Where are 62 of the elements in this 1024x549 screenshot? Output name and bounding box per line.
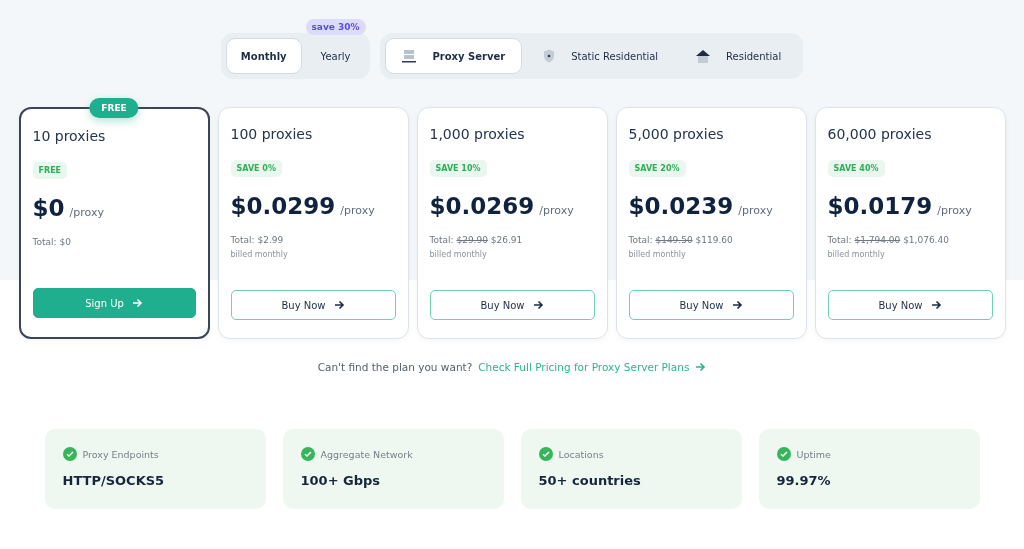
billing-period: billed monthly [429,250,488,259]
buy-button[interactable]: Buy Now [429,290,595,320]
plan-name: 10 proxies [32,128,107,144]
check-icon [538,447,553,461]
price-unit: /proxy [738,204,773,217]
plan-total: Total: $2.99 [230,235,285,245]
buy-button[interactable]: Buy Now [628,290,794,320]
plan-total: Total: $149.50 $119.60 [628,235,734,245]
product-tab[interactable]: Proxy Server [385,38,523,74]
buy-button[interactable]: Buy Now [827,290,993,320]
note-text: Can't find the plan you want? [317,361,473,373]
discount-tag: SAVE 10% [429,160,487,177]
arrow-right-icon [930,300,942,310]
buy-button[interactable]: Buy Now [230,290,396,320]
plan-ribbon: FREE [89,98,139,118]
plan-price: $0.0239 [628,193,734,219]
plan-name: 5,000 proxies [628,126,725,142]
plan-total: Total: $29.90 $26.91 [429,235,524,245]
discount-tag: SAVE 0% [230,160,282,177]
price-unit: /proxy [69,206,104,219]
arrow-right-icon [695,362,707,372]
house-icon [696,49,711,63]
arrow-right-icon [333,300,345,310]
stat-value: HTTP/SOCKS5 [62,473,166,488]
price-unit: /proxy [539,204,574,217]
stat-value: 100+ Gbps [300,473,382,488]
plan-total: Total: $0 [32,237,72,247]
plan-price: $0 [32,195,65,221]
check-icon [776,447,791,461]
billing-tab[interactable]: Monthly [225,38,302,74]
billing-period: billed monthly [827,250,886,259]
product-tab[interactable]: Static Residential [526,38,676,74]
product-tab[interactable]: Residential [679,38,799,74]
stat-value: 50+ countries [538,473,642,488]
plan-price: $0.0299 [230,193,336,219]
plan-price: $0.0179 [827,193,933,219]
plan-name: 60,000 proxies [827,126,933,142]
plan-name: 1,000 proxies [429,126,526,142]
discount-tag: SAVE 20% [628,160,686,177]
billing-tab[interactable]: Yearly [305,38,366,74]
stat-label: Locations [558,448,604,460]
discount-tag: FREE [32,162,68,179]
plan-price: $0.0269 [429,193,535,219]
stat-label: Aggregate Network [320,448,413,460]
arrow-right-icon [131,298,143,308]
shield-icon [543,49,556,63]
stat-label: Proxy Endpoints [82,448,159,460]
price-unit: /proxy [937,204,972,217]
arrow-right-icon [731,300,743,310]
arrow-right-icon [532,300,544,310]
price-unit: /proxy [340,204,375,217]
billing-period: billed monthly [628,250,687,259]
stat-value: 99.97% [776,473,832,488]
plan-name: 100 proxies [230,126,314,142]
check-icon [62,447,77,461]
discount-tag: SAVE 40% [827,160,885,177]
discount-badge: save 30% [305,19,366,35]
plan-total: Total: $1,794.00 $1,076.40 [827,235,950,245]
server-icon [402,49,417,63]
stat-label: Uptime [796,448,831,460]
check-icon [300,447,315,461]
billing-period: billed monthly [230,250,289,259]
